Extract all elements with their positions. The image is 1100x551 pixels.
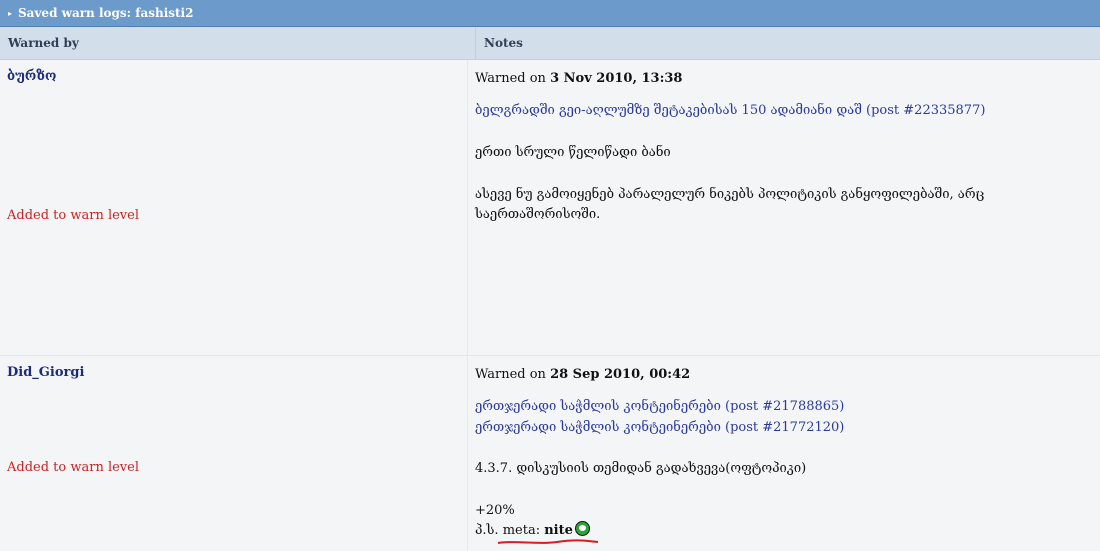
column-header-warned-by: Warned by [8,36,79,50]
red-underline-scribble [497,539,599,544]
smiley-icon [574,521,590,536]
warned-date-line: Warned on 3 Nov 2010, 13:38 [475,69,1100,89]
warned-by-cell: Did_Giorgi Added to warn level [0,356,467,551]
table-row: Did_Giorgi Added to warn level Warned on… [0,356,1100,551]
warn-date: 28 Sep 2010, 00:42 [550,367,691,382]
warner-username[interactable]: Did_Giorgi [7,365,467,380]
ps-bold-name: nite [544,523,573,538]
table-row: ბურზო Added to warn level Warned on 3 No… [0,60,1100,356]
notes-cell: Warned on 28 Sep 2010, 00:42 ერთჯერადი ს… [467,356,1100,551]
added-to-warn-level-label: Added to warn level [7,460,140,475]
ps-prefix: პ.ს. meta: [475,523,545,538]
warn-date: 3 Nov 2010, 13:38 [550,71,683,86]
warn-percent: +20% [475,503,515,518]
warned-by-cell: ბურზო Added to warn level [0,60,467,355]
note-text: 4.3.7. დისკუსიის თემიდან გადახვევა(ოფტოპ… [475,461,807,476]
post-link[interactable]: ერთჯერადი საჭმლის კონტეინერები (post #21… [475,397,1100,417]
warned-on-label: Warned on [475,71,551,86]
note-text: ასევე ნუ გამოიყენებ პარალელურ ნიკებს პოლ… [475,187,985,222]
table-header: Warned by Notes [0,27,1100,60]
collapse-arrow-icon[interactable]: ▸ [8,8,12,18]
note-text: ერთი სრული წელიწადი ბანი [475,145,671,160]
title-bar: ▸ Saved warn logs: fashisti2 [0,0,1100,27]
page-title: Saved warn logs: fashisti2 [18,6,194,20]
post-link[interactable]: ერთჯერადი საჭმლის კონტეინერები (post #21… [475,418,1100,438]
warner-username[interactable]: ბურზო [7,69,467,84]
warned-on-label: Warned on [475,367,551,382]
column-header-notes: Notes [475,27,1100,59]
added-to-warn-level-label: Added to warn level [7,208,140,223]
notes-cell: Warned on 3 Nov 2010, 13:38 ბელგრადში გე… [467,60,1100,355]
post-link[interactable]: ბელგრადში გეი-აღლუმზე შეტაკებისას 150 ად… [475,101,1100,121]
warned-date-line: Warned on 28 Sep 2010, 00:42 [475,365,1100,385]
